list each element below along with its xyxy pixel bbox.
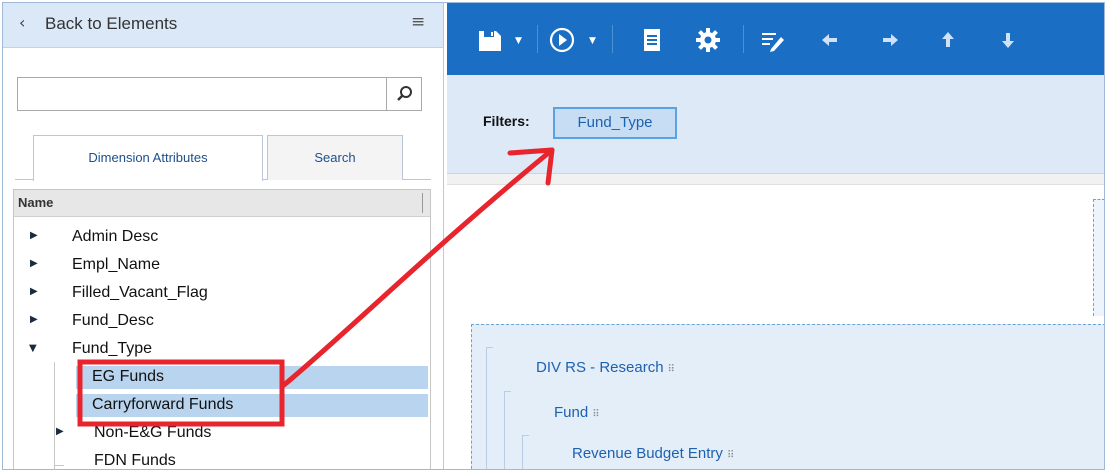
hierarchy-bracket xyxy=(486,347,493,469)
run-icon[interactable] xyxy=(547,25,577,55)
collapse-arrow-icon[interactable]: ▼ xyxy=(29,343,37,354)
document-icon[interactable] xyxy=(637,25,667,55)
report-designer: ▼ ▼ Filters: Fund_Type DIV RS - Research… xyxy=(447,3,1104,469)
filters-bar: Filters: Fund_Type xyxy=(447,75,1104,174)
search-icon xyxy=(397,86,412,101)
ruler xyxy=(447,174,1104,185)
arrow-down-icon[interactable] xyxy=(993,25,1023,55)
expand-arrow-icon[interactable]: ▶ xyxy=(30,314,38,325)
tab-search[interactable]: Search xyxy=(267,135,403,180)
tree-item-selected[interactable]: Carryforward Funds xyxy=(76,394,428,417)
tree-item[interactable]: ▶ Non-E&G Funds xyxy=(14,422,428,445)
toolbar-separator xyxy=(612,25,613,53)
arrow-left-icon[interactable] xyxy=(815,25,845,55)
application-window: ‹ Back to Elements ≡ Dimension Attribute… xyxy=(2,2,1105,470)
filters-label: Filters: xyxy=(483,113,530,129)
arrow-right-icon[interactable] xyxy=(875,25,905,55)
expand-arrow-icon[interactable]: ▶ xyxy=(30,286,38,297)
tree-item-label: FDN Funds xyxy=(94,452,176,469)
hierarchy-bracket xyxy=(504,391,511,469)
hierarchy-icon[interactable]: ⠿ xyxy=(727,450,734,461)
column-resize-handle[interactable] xyxy=(422,193,423,213)
report-design-area[interactable]: DIV RS - Research ⠿ Fund ⠿ Revenue Budget … xyxy=(471,324,1104,469)
toolbar-separator xyxy=(743,25,744,53)
tree-item[interactable]: ▼ Fund_Type xyxy=(14,338,428,361)
edit-icon[interactable] xyxy=(757,25,787,55)
tree-header: Name xyxy=(14,190,430,217)
tree-item-label: Non-E&G Funds xyxy=(94,424,212,441)
tree-item-label: Fund_Desc xyxy=(72,312,154,329)
expand-arrow-icon[interactable]: ▶ xyxy=(56,426,64,437)
back-to-elements-link[interactable]: Back to Elements xyxy=(45,14,177,34)
run-dropdown-caret[interactable]: ▼ xyxy=(589,36,596,46)
tree-item-label: Empl_Name xyxy=(72,256,161,273)
drop-zone[interactable] xyxy=(1093,199,1104,316)
tree-item-label: Fund_Type xyxy=(72,340,153,357)
toolbar-separator xyxy=(537,25,538,53)
tree-item[interactable]: FDN Funds xyxy=(14,450,428,469)
dimension-label[interactable]: Revenue Budget Entry ⠿ xyxy=(572,445,734,462)
attribute-tree: Name ▶ Admin Desc ▶ Empl_Name ▶ Filled_V… xyxy=(13,189,431,469)
dimension-label[interactable]: DIV RS - Research ⠿ xyxy=(536,359,675,376)
tree-item[interactable]: ▶ Empl_Name xyxy=(14,254,428,277)
settings-icon[interactable] xyxy=(693,25,723,55)
menu-icon[interactable]: ≡ xyxy=(411,12,425,32)
tree-item-label: EG Funds xyxy=(92,368,165,385)
search-input[interactable] xyxy=(17,77,386,111)
tree-item-label: Carryforward Funds xyxy=(92,396,234,413)
hierarchy-icon[interactable]: ⠿ xyxy=(668,364,675,375)
hierarchy-icon[interactable]: ⠿ xyxy=(592,409,599,420)
dimension-name: DIV RS - Research xyxy=(536,359,664,376)
save-dropdown-caret[interactable]: ▼ xyxy=(515,36,522,46)
left-panel: ‹ Back to Elements ≡ Dimension Attribute… xyxy=(3,3,444,469)
expand-arrow-icon[interactable]: ▶ xyxy=(30,230,38,241)
save-icon[interactable] xyxy=(475,25,505,55)
tree-item-label: Filled_Vacant_Flag xyxy=(72,284,208,301)
tree-item[interactable]: ▶ Filled_Vacant_Flag xyxy=(14,282,428,305)
back-bar: ‹ Back to Elements ≡ xyxy=(3,3,443,48)
expand-arrow-icon[interactable]: ▶ xyxy=(30,258,38,269)
dimension-name: Fund xyxy=(554,404,589,421)
toolbar: ▼ ▼ xyxy=(447,3,1104,75)
hierarchy-bracket xyxy=(522,435,529,469)
dimension-label[interactable]: Fund ⠿ xyxy=(554,404,600,421)
search-button[interactable] xyxy=(386,77,422,111)
chevron-left-icon[interactable]: ‹ xyxy=(19,13,25,32)
tree-item-label: Admin Desc xyxy=(72,228,159,245)
arrow-up-icon[interactable] xyxy=(933,25,963,55)
tree-item-selected[interactable]: EG Funds xyxy=(76,366,428,389)
tab-dimension-attributes[interactable]: Dimension Attributes xyxy=(33,135,263,181)
tree-item[interactable]: ▶ Admin Desc xyxy=(14,226,428,249)
tree-item[interactable]: ▶ Fund_Desc xyxy=(14,310,428,333)
dimension-name: Revenue Budget Entry xyxy=(572,445,723,462)
column-header-name[interactable]: Name xyxy=(18,195,53,210)
filter-chip-fund-type[interactable]: Fund_Type xyxy=(553,107,677,139)
